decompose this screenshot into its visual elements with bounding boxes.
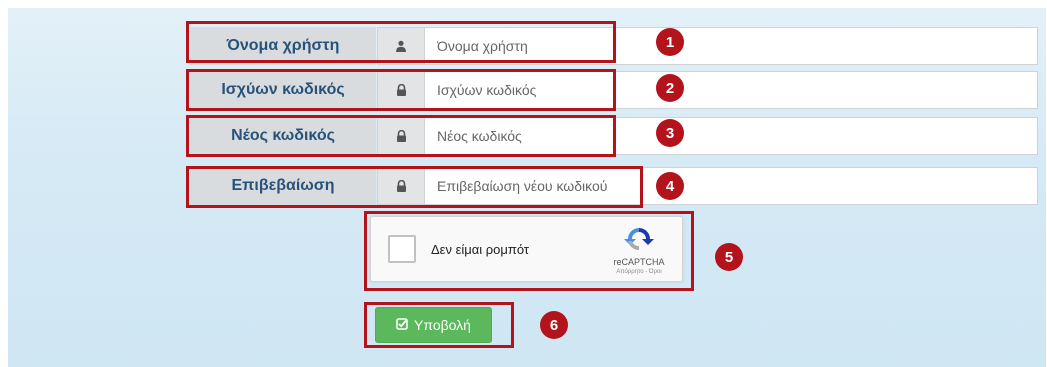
- recaptcha-terms-link[interactable]: Απόρρητο - Όροι: [604, 269, 674, 275]
- submit-label: Υποβολή: [414, 317, 471, 333]
- username-input[interactable]: [424, 27, 1038, 65]
- username-label: Όνομα χρήστη: [190, 27, 376, 65]
- annotation-marker-4: 4: [656, 172, 684, 200]
- lock-icon: [377, 167, 424, 205]
- lock-icon: [377, 117, 424, 155]
- lock-icon: [377, 71, 424, 109]
- current-password-label: Ισχύων κωδικός: [190, 71, 376, 109]
- new-password-label: Νέος κωδικός: [190, 117, 376, 155]
- check-square-icon: [396, 317, 408, 333]
- annotation-marker-3: 3: [656, 119, 684, 147]
- user-icon: [377, 27, 424, 65]
- current-password-input[interactable]: [424, 71, 1038, 109]
- annotation-marker-1: 1: [656, 28, 684, 56]
- recaptcha-checkbox[interactable]: [388, 235, 416, 263]
- recaptcha-logo-icon: [621, 225, 657, 255]
- recaptcha-widget: Δεν είμαι ρομπότ reCAPTCHA Απόρρητο - Όρ…: [370, 216, 683, 282]
- confirm-password-input[interactable]: [424, 167, 1038, 205]
- new-password-input[interactable]: [424, 117, 1038, 155]
- recaptcha-label: Δεν είμαι ρομπότ: [431, 242, 530, 257]
- confirm-password-label: Επιβεβαίωση: [190, 167, 376, 205]
- recaptcha-brand: reCAPTCHA: [613, 257, 665, 267]
- annotation-marker-2: 2: [656, 74, 684, 102]
- annotation-marker-5: 5: [715, 243, 743, 271]
- annotation-marker-6: 6: [540, 311, 568, 339]
- submit-button[interactable]: Υποβολή: [375, 307, 492, 343]
